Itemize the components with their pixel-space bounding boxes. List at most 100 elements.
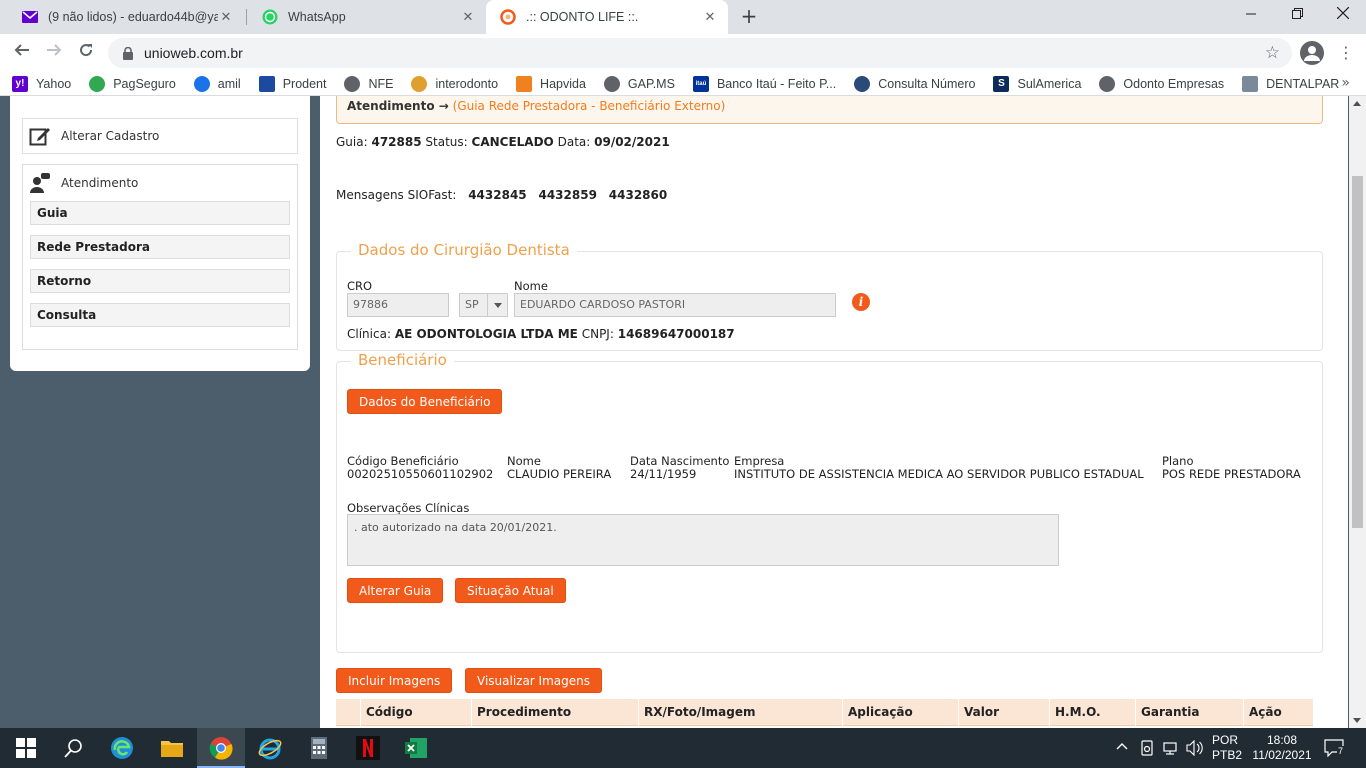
- clock[interactable]: 18:08 11/02/2021: [1252, 733, 1312, 763]
- bookmarks-bar: y! Yahoo PagSeguro amil Prodent NFE interodont…: [0, 72, 1366, 96]
- page-scrollbar[interactable]: [1349, 96, 1366, 728]
- situacao-atual-button[interactable]: Situação Atual: [455, 578, 566, 603]
- close-window-button[interactable]: [1320, 0, 1366, 30]
- observacoes-label: Observações Clínicas: [347, 501, 470, 515]
- bookmark-item[interactable]: S SulAmerica: [993, 75, 1081, 92]
- column-divider: [360, 699, 361, 726]
- guia-status-line: Guia: 472885 Status: CANCELADO Data: 09/…: [336, 135, 670, 149]
- reload-button[interactable]: [74, 41, 98, 65]
- browser-menu-icon[interactable]: ⋮: [1336, 42, 1356, 64]
- tab-title: WhatsApp: [288, 10, 346, 24]
- edge-icon[interactable]: [110, 736, 134, 760]
- uf-select[interactable]: SP: [459, 293, 508, 317]
- bookmark-item[interactable]: itaú Banco Itaú - Feito P...: [692, 75, 836, 92]
- observacoes-textarea[interactable]: . ato autorizado na data 20/01/2021.: [347, 514, 1059, 566]
- codigo-value: 00202510550601102902: [347, 467, 494, 481]
- bookmark-item[interactable]: Consulta Número: [854, 75, 975, 92]
- search-icon[interactable]: [62, 736, 86, 760]
- bookmark-item[interactable]: Prodent: [258, 75, 326, 92]
- tray-chevron-icon[interactable]: [1116, 740, 1128, 754]
- itau-icon: itaú: [692, 75, 709, 92]
- network-icon[interactable]: [1162, 740, 1180, 759]
- calculator-icon[interactable]: [307, 736, 331, 760]
- excel-icon[interactable]: [404, 736, 428, 760]
- bookmark-item[interactable]: amil: [193, 75, 241, 92]
- uf-value: SP: [465, 298, 479, 311]
- address-bar[interactable]: unioweb.com.br ☆: [108, 38, 1292, 68]
- info-icon[interactable]: i: [852, 293, 870, 311]
- bookmark-item[interactable]: interodonto: [411, 75, 498, 92]
- bookmark-label: DENTALPAR: [1266, 76, 1340, 91]
- bookmark-item[interactable]: GAP.MS: [603, 75, 675, 92]
- internet-explorer-icon[interactable]: [258, 736, 282, 760]
- chrome-taskbar-active[interactable]: [197, 728, 245, 768]
- netflix-icon[interactable]: [356, 736, 380, 760]
- dados-beneficiario-button[interactable]: Dados do Beneficiário: [347, 389, 503, 414]
- sidebar-item-consulta[interactable]: Consulta: [30, 303, 290, 327]
- whatsapp-icon: [262, 9, 278, 25]
- column-divider: [638, 699, 639, 726]
- globe-icon: [1099, 75, 1116, 92]
- th-aplicacao: Aplicação: [848, 705, 913, 719]
- close-icon[interactable]: ✕: [460, 10, 476, 25]
- chevron-down-icon: [487, 294, 507, 316]
- new-tab-button[interactable]: +: [738, 5, 760, 27]
- minimize-button[interactable]: [1228, 0, 1274, 30]
- cnpj-label: CNPJ:: [581, 327, 614, 341]
- close-icon[interactable]: ✕: [702, 10, 718, 25]
- forward-button[interactable]: [42, 41, 66, 65]
- bookmark-item[interactable]: y! Yahoo: [12, 75, 72, 92]
- sidebar-atendimento-label: Atendimento: [61, 176, 139, 190]
- hapvida-icon: [516, 75, 533, 92]
- language-code: POR: [1212, 733, 1239, 747]
- globe-icon: [344, 75, 361, 92]
- tab-yahoo-mail[interactable]: (9 não lidos) - eduardo44b@yahoo ✕: [8, 0, 244, 34]
- breadcrumb-sub: (Guia Rede Prestadora - Beneficiário Ext…: [452, 99, 726, 113]
- device-icon[interactable]: [1140, 740, 1154, 759]
- plano: Plano POS REDE PRESTADORA: [1162, 455, 1301, 481]
- bookmark-item[interactable]: Hapvida: [516, 75, 586, 92]
- incluir-imagens-button[interactable]: Incluir Imagens: [336, 668, 453, 693]
- nome-label: Nome: [514, 279, 548, 293]
- sidebar-atendimento: Atendimento Guia Rede Prestadora Retorno…: [22, 164, 298, 350]
- visualizar-imagens-button[interactable]: Visualizar Imagens: [465, 668, 602, 693]
- language-indicator[interactable]: POR PTB2: [1212, 733, 1242, 763]
- alterar-guia-button[interactable]: Alterar Guia: [347, 578, 444, 603]
- bookmark-item[interactable]: PagSeguro: [89, 75, 176, 92]
- edit-icon: [29, 128, 50, 146]
- dentalpar-icon: [1242, 75, 1259, 92]
- bookmark-star-icon[interactable]: ☆: [1265, 43, 1280, 63]
- bookmark-item[interactable]: NFE: [344, 75, 393, 92]
- th-procedimento: Procedimento: [477, 705, 572, 719]
- notifications-icon[interactable]: 7: [1324, 739, 1345, 760]
- cro-input[interactable]: 97886: [347, 293, 449, 317]
- notifications-count: 7: [1337, 746, 1345, 756]
- nome-ben-value: CLAUDIO PEREIRA: [507, 467, 612, 481]
- browser-toolbar: unioweb.com.br ☆ ⋮: [0, 34, 1366, 72]
- bookmarks-more-button[interactable]: »: [1341, 75, 1350, 91]
- bookmark-item[interactable]: DENTALPAR: [1242, 75, 1340, 92]
- scroll-down-arrow[interactable]: [1353, 718, 1361, 723]
- cnpj-value: 14689647000187: [617, 327, 735, 341]
- browser-tab-bar: (9 não lidos) - eduardo44b@yahoo ✕ Whats…: [0, 0, 1366, 34]
- sidebar-alterar-cadastro[interactable]: Alterar Cadastro: [22, 118, 298, 154]
- sidebar-item-guia[interactable]: Guia: [30, 201, 290, 225]
- windows-start-icon[interactable]: [14, 736, 38, 760]
- sidebar-item-retorno[interactable]: Retorno: [30, 269, 290, 293]
- restore-button[interactable]: [1274, 0, 1320, 30]
- bookmark-item[interactable]: Odonto Empresas: [1099, 75, 1224, 92]
- close-icon[interactable]: ✕: [218, 10, 234, 25]
- file-explorer-icon[interactable]: [160, 736, 184, 760]
- nome-input[interactable]: EDUARDO CARDOSO PASTORI: [514, 293, 836, 317]
- bookmark-label: Yahoo: [36, 76, 72, 91]
- tab-odonto-life[interactable]: .:: ODONTO LIFE ::. ✕: [486, 0, 728, 34]
- profile-avatar[interactable]: [1300, 41, 1324, 65]
- volume-icon[interactable]: [1186, 739, 1204, 759]
- amil-icon: [193, 75, 210, 92]
- scroll-up-arrow[interactable]: [1353, 101, 1361, 106]
- scroll-thumb[interactable]: [1352, 176, 1363, 528]
- tab-separator: [246, 9, 247, 25]
- sidebar-item-rede-prestadora[interactable]: Rede Prestadora: [30, 235, 290, 259]
- back-button[interactable]: [10, 41, 34, 65]
- tab-whatsapp[interactable]: WhatsApp ✕: [248, 0, 486, 34]
